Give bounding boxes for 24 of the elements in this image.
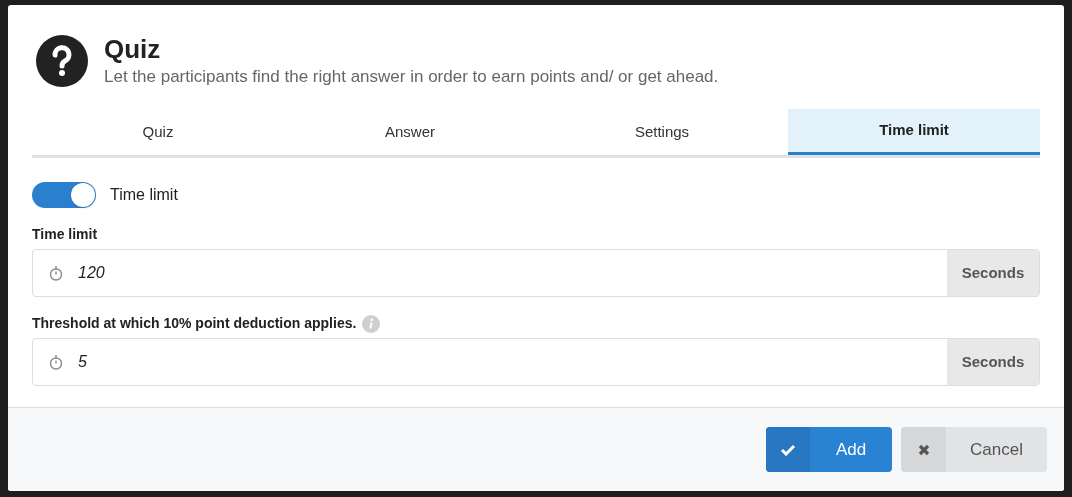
dialog-title: Quiz <box>104 33 162 65</box>
field-value: 120 <box>78 263 105 283</box>
check-icon <box>780 443 796 456</box>
field-label: Threshold at which 10% point deduction applies. <box>32 314 357 333</box>
field-label: Time limit <box>32 225 98 244</box>
question-icon <box>36 35 88 87</box>
cancel-button[interactable]: Cancel <box>901 427 1047 472</box>
toggle-label: Time limit <box>110 185 178 205</box>
info-icon <box>362 314 381 333</box>
input-field[interactable]: 5 Seconds <box>32 338 1040 386</box>
add-button[interactable]: Add <box>766 427 892 472</box>
unit-label: Seconds <box>947 339 1039 385</box>
tab[interactable]: Quiz <box>32 109 284 155</box>
stopwatch-icon <box>49 265 63 281</box>
unit-label: Seconds <box>947 250 1039 296</box>
tab[interactable]: Time limit <box>788 109 1040 155</box>
close-icon <box>917 443 930 456</box>
tab[interactable]: Settings <box>536 109 788 155</box>
tab[interactable]: Answer <box>284 109 536 155</box>
field-value: 5 <box>78 352 87 372</box>
input-field[interactable]: 120 Seconds <box>32 249 1040 297</box>
dialog-subtitle: Let the participants find the right answer in order to earn points and/ or get ahead. <box>104 66 719 88</box>
toggle-switch[interactable] <box>32 182 96 208</box>
stopwatch-icon <box>49 354 63 370</box>
